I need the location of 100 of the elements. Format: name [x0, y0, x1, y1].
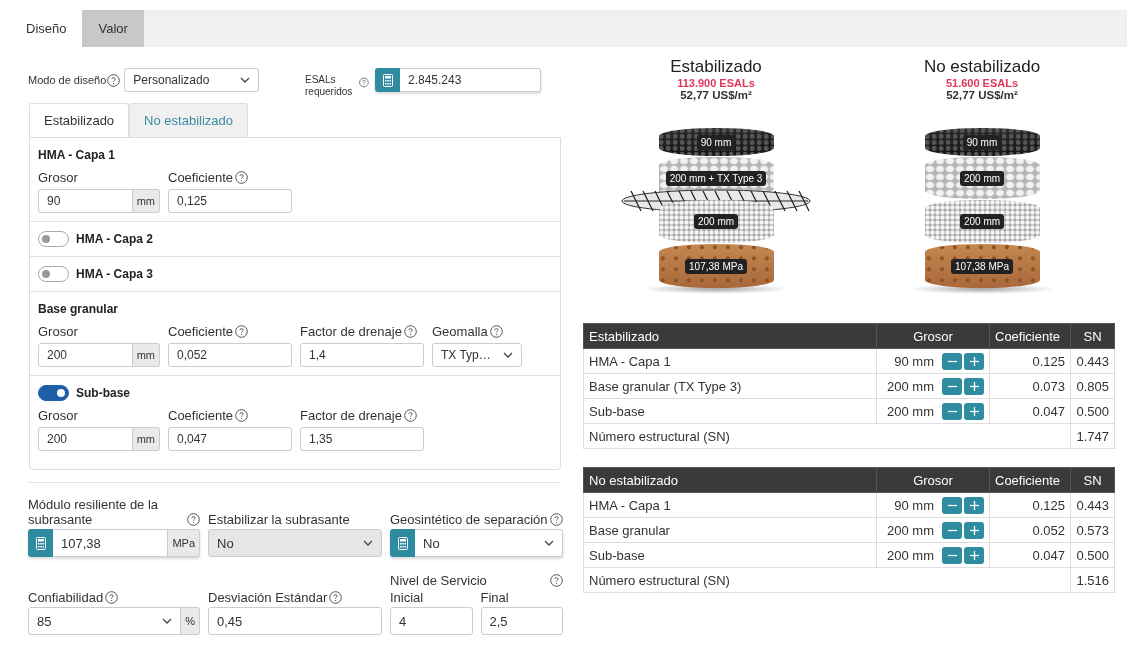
tab[interactable]: Valor: [82, 10, 144, 47]
number-input[interactable]: 2.845.243: [400, 68, 541, 92]
table-cell: 0.052: [989, 517, 1071, 543]
calculator-icon: [382, 73, 393, 87]
layer-label: 200 mm: [959, 170, 1005, 186]
section-title: Base granular: [38, 302, 119, 316]
decrease-button[interactable]: [942, 377, 962, 395]
number-input[interactable]: 200: [38, 427, 133, 451]
cost-value: 52,77 US$/m²: [680, 89, 752, 101]
layer-label: 90 mm: [696, 134, 736, 150]
decrease-button[interactable]: [942, 402, 962, 420]
decrease-button[interactable]: [942, 496, 962, 514]
table-cell: 0.443: [1070, 348, 1115, 374]
table-cell: Sub-base: [583, 398, 877, 424]
section-title: Sub-base: [76, 386, 130, 400]
unit-label: mm: [132, 343, 160, 367]
toggle-switch[interactable]: [38, 266, 69, 282]
decrease-button[interactable]: [942, 352, 962, 370]
number-input[interactable]: 200: [38, 343, 133, 367]
field-label: Estabilizar la subrasante: [208, 512, 350, 527]
field-label: Geomalla: [432, 324, 488, 339]
field-label: Factor de drenaje: [300, 324, 402, 339]
tab[interactable]: Estabilizado: [29, 103, 130, 137]
table-cell: 200 mm: [887, 403, 934, 419]
decrease-button[interactable]: [942, 546, 962, 564]
unit-label: MPa: [168, 529, 200, 557]
increase-button[interactable]: [964, 377, 984, 395]
field-label: Grosor: [38, 170, 78, 185]
dropdown[interactable]: TX Typ…: [432, 343, 522, 367]
table-cell: 0.443: [1070, 492, 1115, 518]
table-cell: Número estructural (SN): [583, 567, 1071, 593]
layer-label: 90 mm: [962, 134, 1002, 150]
calculator-button[interactable]: [28, 529, 53, 557]
unit-label: mm: [132, 427, 160, 451]
increase-button[interactable]: [964, 352, 984, 370]
calculator-icon: [397, 536, 408, 550]
result-title: No estabilizado: [923, 57, 1041, 77]
layer-label: 200 mm + TX Type 3: [665, 170, 767, 186]
column-header: Grosor: [876, 323, 990, 349]
field-label: Grosor: [38, 408, 78, 423]
increase-button[interactable]: [964, 496, 984, 514]
table-cell: HMA - Capa 1: [583, 492, 877, 518]
number-input[interactable]: 90: [38, 189, 133, 213]
column-header: Coeficiente: [989, 323, 1071, 349]
dropdown[interactable]: 85: [28, 607, 182, 635]
section-title: HMA - Capa 3: [76, 267, 153, 281]
unit-label: mm: [132, 189, 160, 213]
table-cell: 0.047: [989, 398, 1071, 424]
table-cell: 0.125: [989, 348, 1071, 374]
table-cell: Base granular: [583, 517, 877, 543]
number-input[interactable]: 107,38: [53, 529, 169, 557]
field-label: Inicial: [390, 590, 424, 605]
number-input[interactable]: 0,125: [168, 189, 292, 213]
table-cell: 0.500: [1070, 398, 1115, 424]
increase-button[interactable]: [964, 402, 984, 420]
field-label: Factor de drenaje: [300, 408, 402, 423]
decrease-button[interactable]: [942, 521, 962, 539]
calculator-button[interactable]: [390, 529, 415, 557]
field-label: Coeficiente: [168, 408, 234, 423]
table-cell: HMA - Capa 1: [583, 348, 877, 374]
number-input[interactable]: 4: [390, 607, 473, 635]
plus-icon: [969, 381, 979, 391]
number-input[interactable]: 0,45: [208, 607, 382, 635]
table-cell: 200 mm: [887, 378, 934, 394]
table-cell: 0.805: [1070, 373, 1115, 399]
increase-button[interactable]: [964, 521, 984, 539]
tab[interactable]: Diseño: [10, 10, 83, 47]
increase-button[interactable]: [964, 546, 984, 564]
unit-label: %: [181, 607, 200, 635]
dropdown[interactable]: No: [415, 529, 563, 557]
toggle-switch[interactable]: [38, 385, 69, 401]
calculator-button[interactable]: [375, 68, 400, 92]
field-label: Confiabilidad: [28, 590, 104, 605]
result-title: Estabilizado: [670, 57, 762, 77]
number-input[interactable]: 0,047: [168, 427, 292, 451]
field-label: Modo de diseño: [28, 74, 107, 86]
layer-label: 200 mm: [693, 214, 739, 229]
table-cell: Base granular (TX Type 3): [583, 373, 877, 399]
plus-icon: [969, 356, 979, 366]
column-header: SN: [1070, 323, 1115, 349]
field-label: Grosor: [38, 324, 78, 339]
table-cell: 0.125: [989, 492, 1071, 518]
plus-icon: [969, 550, 979, 560]
number-input[interactable]: 1,4: [300, 343, 424, 367]
table-cell: 1.747: [1070, 423, 1115, 449]
field-label: Coeficiente: [168, 170, 234, 185]
number-input[interactable]: 2,5: [480, 607, 563, 635]
caret-icon: [544, 540, 554, 546]
number-input[interactable]: 0,052: [168, 343, 292, 367]
field-label: Desviación Estándar: [208, 590, 328, 605]
column-header: SN: [1070, 467, 1115, 493]
toggle-switch[interactable]: [38, 231, 69, 247]
number-input[interactable]: 1,35: [300, 427, 424, 451]
dropdown[interactable]: Personalizado: [124, 68, 260, 92]
layer-label: 107,38 MPa: [951, 258, 1013, 274]
field-label: Coeficiente: [168, 324, 234, 339]
section-title: HMA - Capa 2: [76, 232, 153, 246]
esals-value: 113.900 ESALs: [677, 77, 755, 89]
plus-icon: [969, 500, 979, 510]
field-label: Módulo resiliente de la subrasante: [28, 497, 160, 527]
